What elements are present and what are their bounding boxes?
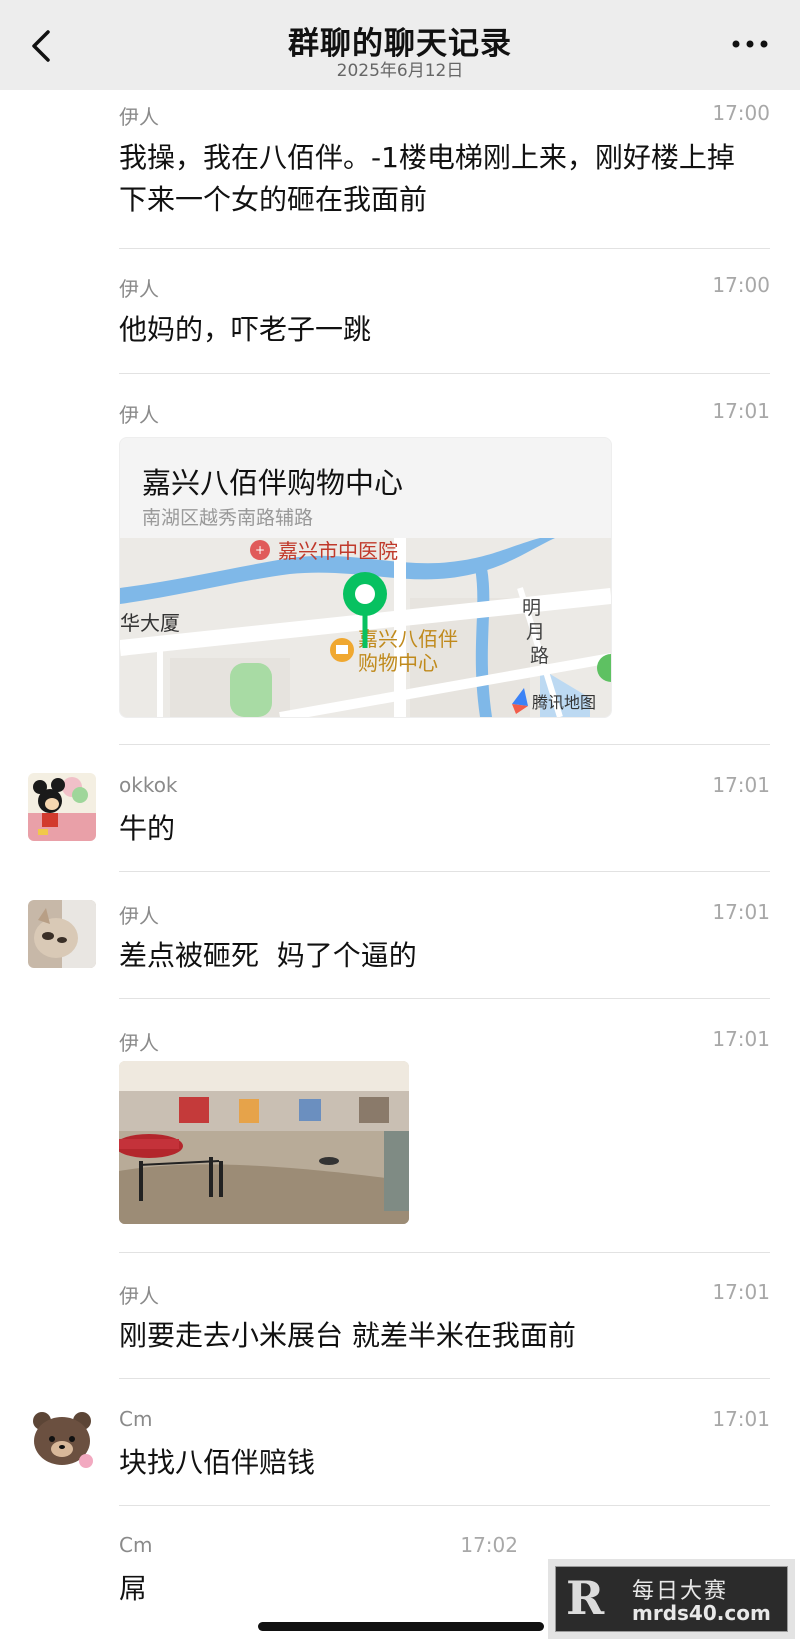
sender-name: okkok bbox=[119, 773, 178, 797]
cat-avatar-icon bbox=[28, 900, 96, 968]
message-text[interactable]: 刚要走去小米展台 就差半米在我面前 bbox=[119, 1315, 749, 1357]
location-map: + 嘉兴市中医院 华大厦 嘉兴八佰伴 购物中心 明 月 路 腾讯地图 bbox=[120, 538, 611, 717]
message-time: 17:01 bbox=[712, 1280, 770, 1304]
sender-name: 伊人 bbox=[119, 1284, 159, 1308]
message-text[interactable]: 他妈的，吓老子一跳 bbox=[119, 309, 749, 351]
avatar-cm[interactable] bbox=[28, 1407, 96, 1475]
mall-interior-photo[interactable] bbox=[119, 1061, 409, 1224]
map-label-hospital: 嘉兴市中医院 bbox=[278, 539, 398, 563]
avatar-yiren[interactable] bbox=[28, 900, 96, 968]
avatar-okkok[interactable] bbox=[28, 773, 96, 841]
message-time: 17:01 bbox=[712, 900, 770, 924]
message-text[interactable]: 块找八佰伴赔钱 bbox=[119, 1442, 749, 1484]
message-time: 17:00 bbox=[712, 273, 770, 297]
message-time: 17:01 bbox=[712, 1027, 770, 1051]
message-time: 17:01 bbox=[712, 773, 770, 797]
sender-name: 伊人 bbox=[119, 105, 159, 129]
watermark: R 每日大赛 mrds40.com bbox=[548, 1559, 795, 1639]
message-text[interactable]: 差点被砸死 妈了个逼的 bbox=[119, 935, 749, 977]
map-label-road-2: 月 bbox=[526, 621, 545, 643]
message-text[interactable]: 我操，我在八佰伴。-1楼电梯刚上来，刚好楼上掉下来一个女的砸在我面前 bbox=[119, 137, 749, 221]
map-label-poi-line2: 购物中心 bbox=[358, 651, 438, 675]
message-divider bbox=[119, 248, 770, 249]
message-divider bbox=[119, 998, 770, 999]
location-title: 嘉兴八佰伴购物中心 bbox=[142, 466, 404, 500]
message-text[interactable]: 牛的 bbox=[119, 808, 749, 850]
sender-name: Cm bbox=[119, 1533, 153, 1557]
sender-name: 伊人 bbox=[119, 277, 159, 301]
home-indicator[interactable] bbox=[258, 1622, 544, 1631]
more-options-icon[interactable] bbox=[730, 32, 770, 56]
message-divider bbox=[119, 871, 770, 872]
message-time: 17:00 bbox=[712, 101, 770, 125]
map-label-road-3: 路 bbox=[530, 645, 549, 667]
watermark-logo: R bbox=[566, 1571, 605, 1625]
watermark-frame: R 每日大赛 mrds40.com bbox=[555, 1566, 788, 1632]
nav-bar: 群聊的聊天记录 2025年6月12日 bbox=[0, 0, 800, 90]
map-label-building: 华大厦 bbox=[120, 611, 180, 635]
message-time: 17:01 bbox=[712, 399, 770, 423]
message-divider bbox=[119, 1252, 770, 1253]
map-provider-label: 腾讯地图 bbox=[532, 693, 596, 712]
message-time: 17:02 bbox=[460, 1533, 518, 1557]
page-subtitle-date: 2025年6月12日 bbox=[336, 61, 464, 81]
bear-avatar-icon bbox=[28, 1407, 96, 1475]
message-time: 17:01 bbox=[712, 1407, 770, 1431]
svg-text:+: + bbox=[255, 543, 265, 557]
watermark-url: mrds40.com bbox=[632, 1601, 771, 1625]
sender-name: 伊人 bbox=[119, 403, 159, 427]
mickey-avatar-icon bbox=[28, 773, 96, 841]
map-label-road-1: 明 bbox=[522, 597, 541, 619]
message-divider bbox=[119, 373, 770, 374]
message-divider bbox=[119, 744, 770, 745]
message-divider bbox=[119, 1505, 770, 1506]
location-address: 南湖区越秀南路辅路 bbox=[142, 507, 314, 529]
map-label-poi-line1: 嘉兴八佰伴 bbox=[358, 627, 458, 651]
message-divider bbox=[119, 1378, 770, 1379]
sender-name: 伊人 bbox=[119, 904, 159, 928]
location-card[interactable]: 嘉兴八佰伴购物中心 南湖区越秀南路辅路 + 嘉兴市中医院 华大厦 嘉兴八佰伴 购… bbox=[119, 437, 612, 718]
sender-name: Cm bbox=[119, 1407, 153, 1431]
sender-name: 伊人 bbox=[119, 1031, 159, 1055]
